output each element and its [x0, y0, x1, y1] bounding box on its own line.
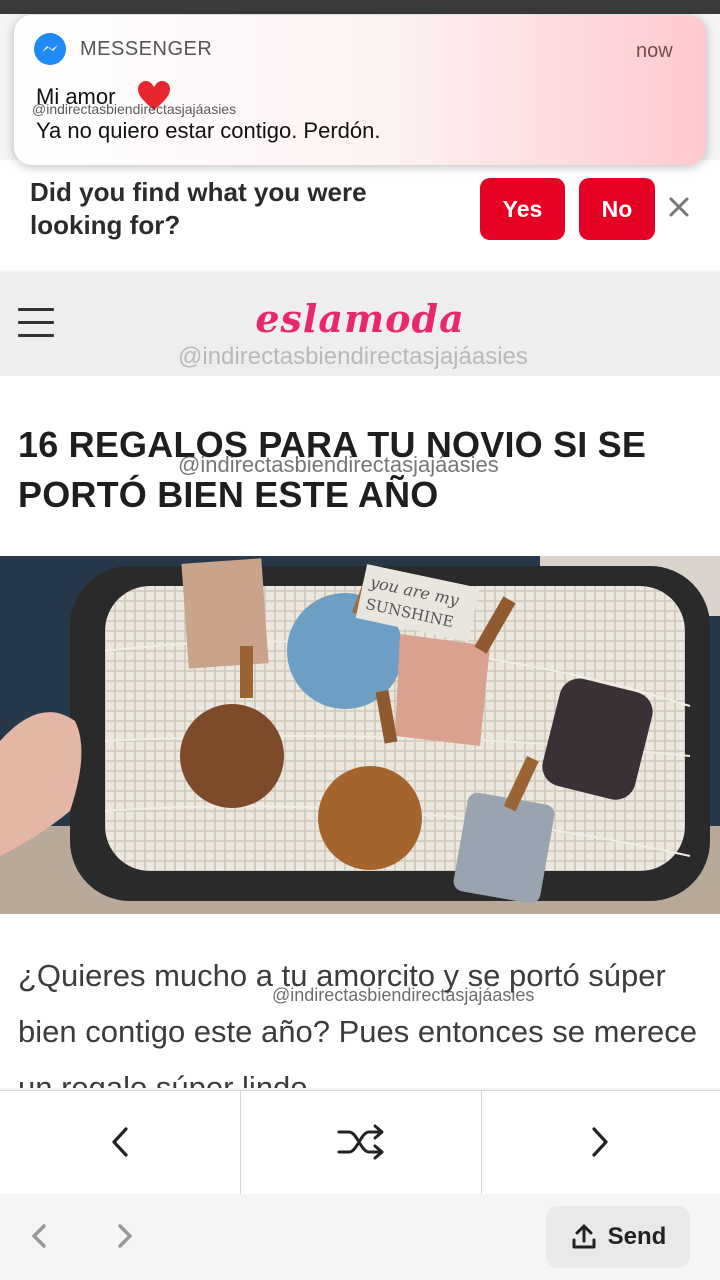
- watermark: @indirectasbiendirectasjajáasies: [178, 452, 499, 477]
- back-icon[interactable]: [22, 1218, 58, 1254]
- watermark: @indirectasbiendirectasjajáasies: [272, 985, 535, 1005]
- watermark: @indirectasbiendirectasjajáasies: [178, 343, 528, 370]
- notification-app-name: MESSENGER: [80, 38, 213, 60]
- notification-message: Ya no quiero estar contigo. Perdón.: [36, 118, 381, 143]
- messenger-icon: [34, 33, 66, 65]
- close-icon[interactable]: [664, 192, 694, 222]
- send-label: Send: [607, 1223, 667, 1250]
- watermark: @indirectasbiendirectasjajáasies: [32, 101, 237, 117]
- article-hero-image: you are my SUNSHINE: [0, 556, 720, 914]
- shuffle-icon: [337, 1124, 384, 1160]
- forward-icon[interactable]: [106, 1218, 142, 1254]
- no-button[interactable]: No: [579, 178, 655, 240]
- notification-time: now: [636, 40, 673, 62]
- site-logo[interactable]: eslamoda: [0, 296, 720, 341]
- chevron-left-icon: [112, 1127, 128, 1157]
- chevron-right-icon: [592, 1127, 608, 1157]
- next-button[interactable]: [480, 1090, 720, 1194]
- article-paragraph: ¿Quieres mucho a tu amorcito y se portó …: [18, 958, 698, 1088]
- send-button[interactable]: Send: [546, 1206, 690, 1268]
- status-bar: [0, 0, 720, 14]
- feedback-question: Did you find what you were looking for?: [30, 177, 367, 240]
- previous-button[interactable]: [0, 1090, 240, 1194]
- share-upload-icon: [572, 1224, 596, 1249]
- shuffle-button[interactable]: [240, 1090, 482, 1194]
- yes-button[interactable]: Yes: [480, 178, 565, 240]
